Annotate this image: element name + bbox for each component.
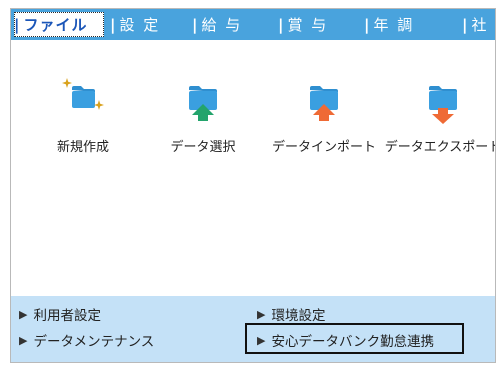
link-environment-settings[interactable]: ▶ 環境設定 — [257, 304, 325, 325]
tab-year-end-adjustment[interactable]: | 年 調 — [364, 9, 462, 40]
tab-salary[interactable]: | 給 与 — [192, 9, 278, 40]
new-create-button[interactable]: 新規作成 — [23, 74, 143, 164]
folder-import-icon — [300, 74, 348, 124]
quick-links-panel: ▶ 利用者設定 ▶ 環境設定 ▶ データメンテナンス ▶ 安心データバンク勤怠連… — [11, 296, 495, 362]
file-actions-panel: 新規作成 データ選択 データインポート データエクスポート — [11, 40, 495, 296]
menu-tab-bar: | ファイル | 設 定 | 給 与 | 賞 与 | 年 調 | 社 — [11, 9, 495, 40]
new-folder-icon — [59, 74, 107, 124]
tab-social-insurance[interactable]: | 社 — [462, 9, 492, 40]
triangle-right-icon: ▶ — [257, 307, 266, 321]
folder-export-icon — [419, 74, 467, 124]
tab-bonus[interactable]: | 賞 与 — [278, 9, 364, 40]
data-select-button[interactable]: データ選択 — [143, 74, 263, 164]
triangle-right-icon: ▶ — [19, 307, 28, 321]
highlight-box — [245, 323, 464, 354]
triangle-right-icon: ▶ — [19, 333, 28, 347]
folder-select-icon — [179, 74, 227, 124]
data-import-button[interactable]: データインポート — [264, 74, 384, 164]
app-window: | ファイル | 設 定 | 給 与 | 賞 与 | 年 調 | 社 新規作成 … — [10, 8, 496, 363]
link-data-maintenance[interactable]: ▶ データメンテナンス — [19, 330, 154, 351]
link-user-settings[interactable]: ▶ 利用者設定 — [19, 304, 101, 325]
tab-file[interactable]: | ファイル — [14, 12, 104, 37]
data-export-button[interactable]: データエクスポート — [383, 74, 495, 164]
tab-settings[interactable]: | 設 定 — [110, 9, 192, 40]
